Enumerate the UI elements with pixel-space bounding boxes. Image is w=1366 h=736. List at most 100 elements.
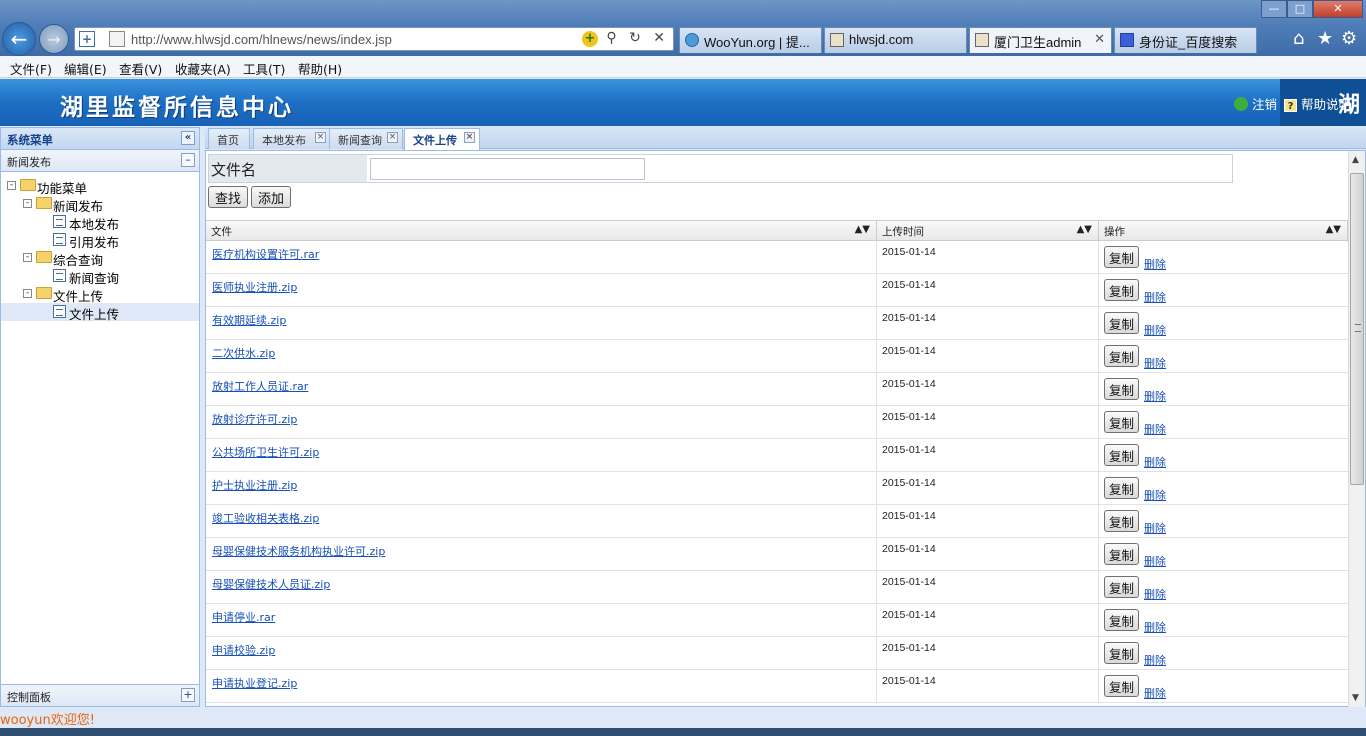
settings-gear-icon[interactable]: ⚙ <box>1341 28 1357 49</box>
logout-link[interactable]: 注销 <box>1234 94 1277 113</box>
close-tab-icon[interactable]: × <box>315 132 326 143</box>
tree-node-upload-folder[interactable]: - 文件上传 <box>1 285 199 304</box>
copy-button[interactable]: 复制 <box>1104 279 1140 301</box>
favorites-star-icon[interactable]: ★ <box>1317 28 1333 49</box>
delete-link[interactable]: 删除 <box>1144 520 1166 536</box>
menu-tools[interactable]: 工具(T) <box>243 59 285 78</box>
delete-link[interactable]: 删除 <box>1144 289 1166 305</box>
compat-icon[interactable]: + <box>581 31 598 47</box>
tree-node-news-query[interactable]: 新闻查询 <box>1 267 199 286</box>
file-link[interactable]: 公共场所卫生许可.zip <box>212 444 319 460</box>
copy-button[interactable]: 复制 <box>1104 543 1140 565</box>
find-button[interactable]: 查找 <box>208 186 249 208</box>
delete-link[interactable]: 删除 <box>1144 553 1166 569</box>
tree-node-news[interactable]: - 新闻发布 <box>1 195 199 214</box>
delete-link[interactable]: 删除 <box>1144 586 1166 602</box>
section-header[interactable]: 新闻发布 – <box>1 150 199 172</box>
browser-tab-active[interactable]: 厦门卫生admin ✕ <box>969 27 1112 53</box>
tree-expander-icon[interactable]: - <box>23 199 32 208</box>
file-link[interactable]: 母婴保健技术人员证.zip <box>212 576 330 592</box>
file-link[interactable]: 放射工作人员证.rar <box>212 378 308 394</box>
maximize-button[interactable]: □ <box>1287 0 1313 18</box>
delete-link[interactable]: 删除 <box>1144 355 1166 371</box>
file-link[interactable]: 护士执业注册.zip <box>212 477 297 493</box>
browser-tab[interactable]: WooYun.org | 提... <box>679 27 822 53</box>
copy-button[interactable]: 复制 <box>1104 345 1140 367</box>
back-button[interactable]: ← <box>2 22 36 56</box>
file-link[interactable]: 申请校验.zip <box>212 642 275 658</box>
copy-button[interactable]: 复制 <box>1104 609 1140 631</box>
sort-icon[interactable]: ▲▼ <box>1077 224 1092 235</box>
column-header-actions[interactable]: 操作 ▲▼ <box>1099 221 1348 242</box>
copy-button[interactable]: 复制 <box>1104 246 1140 268</box>
delete-link[interactable]: 删除 <box>1144 454 1166 470</box>
tree-node-local-publish[interactable]: 本地发布 <box>1 213 199 232</box>
tree-node-cite-publish[interactable]: 引用发布 <box>1 231 199 250</box>
copy-button[interactable]: 复制 <box>1104 312 1140 334</box>
address-url[interactable]: http://www.hlwsjd.com/hlnews/news/index.… <box>131 32 392 47</box>
control-panel-header[interactable]: 控制面板 + <box>1 684 199 706</box>
tree-expander-icon[interactable]: - <box>23 289 32 298</box>
collapse-section-icon[interactable]: – <box>181 153 195 167</box>
browser-tab[interactable]: 身份证_百度搜索 <box>1114 27 1257 53</box>
close-window-button[interactable]: ✕ <box>1313 0 1363 18</box>
tab-file-upload[interactable]: 文件上传 × <box>404 128 480 150</box>
column-header-file[interactable]: 文件 ▲▼ <box>206 221 877 242</box>
delete-link[interactable]: 删除 <box>1144 685 1166 701</box>
minimize-button[interactable]: — <box>1261 0 1287 18</box>
close-tab-icon[interactable]: ✕ <box>1094 31 1105 47</box>
refresh-icon[interactable]: ↻ <box>629 30 645 46</box>
menu-help[interactable]: 帮助(H) <box>298 59 342 78</box>
copy-button[interactable]: 复制 <box>1104 642 1140 664</box>
home-icon[interactable]: ⌂ <box>1293 28 1304 49</box>
close-tab-icon[interactable]: × <box>387 132 398 143</box>
add-button[interactable]: 添加 <box>251 186 292 208</box>
copy-button[interactable]: 复制 <box>1104 510 1140 532</box>
forward-button[interactable]: → <box>39 24 69 54</box>
address-bar[interactable]: + http://www.hlwsjd.com/hlnews/news/inde… <box>74 27 674 51</box>
tree-expander-icon[interactable]: - <box>7 181 16 190</box>
menu-edit[interactable]: 编辑(E) <box>64 59 107 78</box>
menu-file[interactable]: 文件(F) <box>10 59 52 78</box>
sort-icon[interactable]: ▲▼ <box>855 224 870 235</box>
delete-link[interactable]: 删除 <box>1144 619 1166 635</box>
scroll-down-icon[interactable]: ▼ <box>1352 693 1359 703</box>
column-header-date[interactable]: 上传时间 ▲▼ <box>877 221 1099 242</box>
file-link[interactable]: 申请停业.rar <box>212 609 275 625</box>
delete-link[interactable]: 删除 <box>1144 652 1166 668</box>
copy-button[interactable]: 复制 <box>1104 444 1140 466</box>
expand-section-icon[interactable]: + <box>181 688 195 702</box>
sort-icon[interactable]: ▲▼ <box>1326 224 1341 235</box>
file-link[interactable]: 母婴保健技术服务机构执业许可.zip <box>212 543 385 559</box>
collapse-panel-icon[interactable]: « <box>181 131 195 145</box>
filename-input[interactable] <box>370 158 645 180</box>
file-link[interactable]: 医疗机构设置许可.rar <box>212 246 319 262</box>
menu-favorites[interactable]: 收藏夹(A) <box>175 59 231 78</box>
delete-link[interactable]: 删除 <box>1144 388 1166 404</box>
tree-node-upload[interactable]: 文件上传 <box>1 303 199 322</box>
tree-node-root[interactable]: - 功能菜单 <box>1 177 199 196</box>
file-link[interactable]: 有效期延续.zip <box>212 312 286 328</box>
tab-news-query[interactable]: 新闻查询 × <box>329 128 403 149</box>
file-link[interactable]: 医师执业注册.zip <box>212 279 297 295</box>
content-scrollbar[interactable]: ▲ ▼ <box>1348 151 1365 707</box>
delete-link[interactable]: 删除 <box>1144 322 1166 338</box>
add-tab-icon[interactable]: + <box>79 31 95 47</box>
file-link[interactable]: 申请执业登记.zip <box>212 675 297 691</box>
copy-button[interactable]: 复制 <box>1104 378 1140 400</box>
stop-icon[interactable]: ✕ <box>653 30 669 46</box>
copy-button[interactable]: 复制 <box>1104 675 1140 697</box>
delete-link[interactable]: 删除 <box>1144 421 1166 437</box>
menu-view[interactable]: 查看(V) <box>119 59 162 78</box>
tab-local-publish[interactable]: 本地发布 × <box>253 128 331 149</box>
copy-button[interactable]: 复制 <box>1104 477 1140 499</box>
search-icon[interactable]: ⚲ <box>606 30 620 46</box>
delete-link[interactable]: 删除 <box>1144 256 1166 272</box>
delete-link[interactable]: 删除 <box>1144 487 1166 503</box>
browser-tab[interactable]: hlwsjd.com <box>824 27 967 53</box>
file-link[interactable]: 竣工验收相关表格.zip <box>212 510 319 526</box>
file-link[interactable]: 二次供水.zip <box>212 345 275 361</box>
scroll-up-icon[interactable]: ▲ <box>1352 155 1359 165</box>
copy-button[interactable]: 复制 <box>1104 411 1140 433</box>
close-tab-icon[interactable]: × <box>464 132 475 143</box>
